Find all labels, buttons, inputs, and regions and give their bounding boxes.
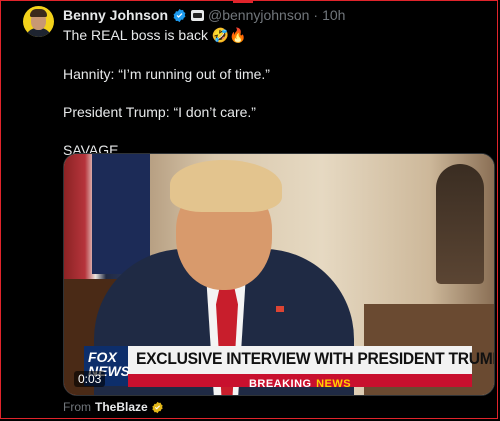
- tweet-text: The REAL boss is back 🤣🔥 Hannity: “I’m r…: [63, 26, 483, 160]
- bust-sculpture: [436, 164, 484, 284]
- video-source: From TheBlaze: [63, 400, 164, 414]
- emoji: 🤣🔥: [211, 28, 247, 44]
- tweet-card[interactable]: Benny Johnson @bennyjohnson · 10h The RE…: [0, 0, 498, 419]
- tweet-line: Hannity: “I’m running out of time.”: [63, 66, 270, 82]
- source-link[interactable]: TheBlaze: [95, 400, 148, 414]
- divider: [233, 1, 253, 3]
- author-handle[interactable]: @bennyjohnson: [208, 7, 309, 23]
- video-headline: EXCLUSIVE INTERVIEW WITH PRESIDENT TRUMP: [136, 349, 495, 368]
- avatar[interactable]: [23, 6, 54, 37]
- tweet-line: The REAL boss is back 🤣🔥: [63, 27, 247, 44]
- breaking-news-ticker: BREAKING NEWS: [128, 374, 472, 390]
- affiliation-badge-icon[interactable]: [191, 9, 205, 21]
- separator: ·: [313, 7, 319, 23]
- tweet-header: Benny Johnson @bennyjohnson · 10h: [63, 6, 345, 24]
- tweet-line: President Trump: “I don’t care.”: [63, 104, 256, 120]
- author-name[interactable]: Benny Johnson: [63, 7, 168, 23]
- video-player[interactable]: FOX NEWS EXCLUSIVE INTERVIEW WITH PRESID…: [63, 153, 495, 396]
- timestamp-link[interactable]: 10h: [322, 7, 345, 23]
- verified-badge-icon: [173, 8, 186, 22]
- gold-check-icon: [152, 401, 163, 413]
- video-timestamp: 0:03: [74, 371, 106, 387]
